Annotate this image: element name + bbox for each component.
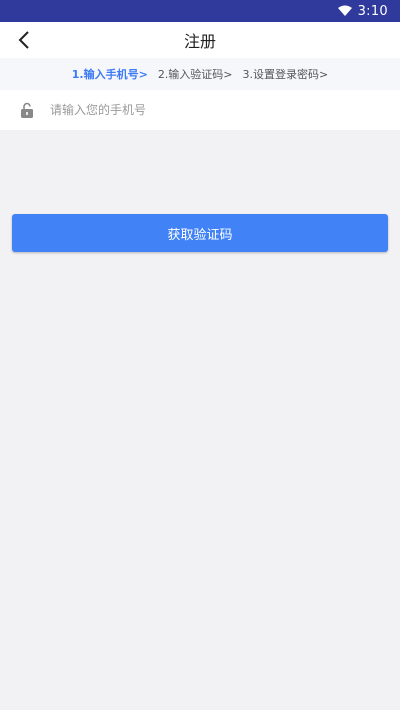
app-bar: 注册 xyxy=(0,22,400,58)
status-bar: 3:10 xyxy=(0,0,400,22)
button-container: 获取验证码 xyxy=(0,130,400,252)
phone-row xyxy=(0,90,400,130)
lock-icon xyxy=(20,101,36,119)
get-code-button[interactable]: 获取验证码 xyxy=(12,214,388,252)
wifi-icon xyxy=(337,5,352,17)
step-enter-phone: 1.输入手机号> xyxy=(71,68,148,81)
phone-input[interactable] xyxy=(50,103,400,117)
step-set-password: 3.设置登录密码> xyxy=(242,68,329,81)
chevron-left-icon xyxy=(18,31,29,49)
back-button[interactable] xyxy=(8,24,40,56)
page-title: 注册 xyxy=(183,32,216,51)
step-enter-code: 2.输入验证码> xyxy=(157,68,233,81)
status-time: 3:10 xyxy=(357,3,388,19)
step-indicator: 1.输入手机号> 2.输入验证码> 3.设置登录密码> xyxy=(0,58,400,90)
